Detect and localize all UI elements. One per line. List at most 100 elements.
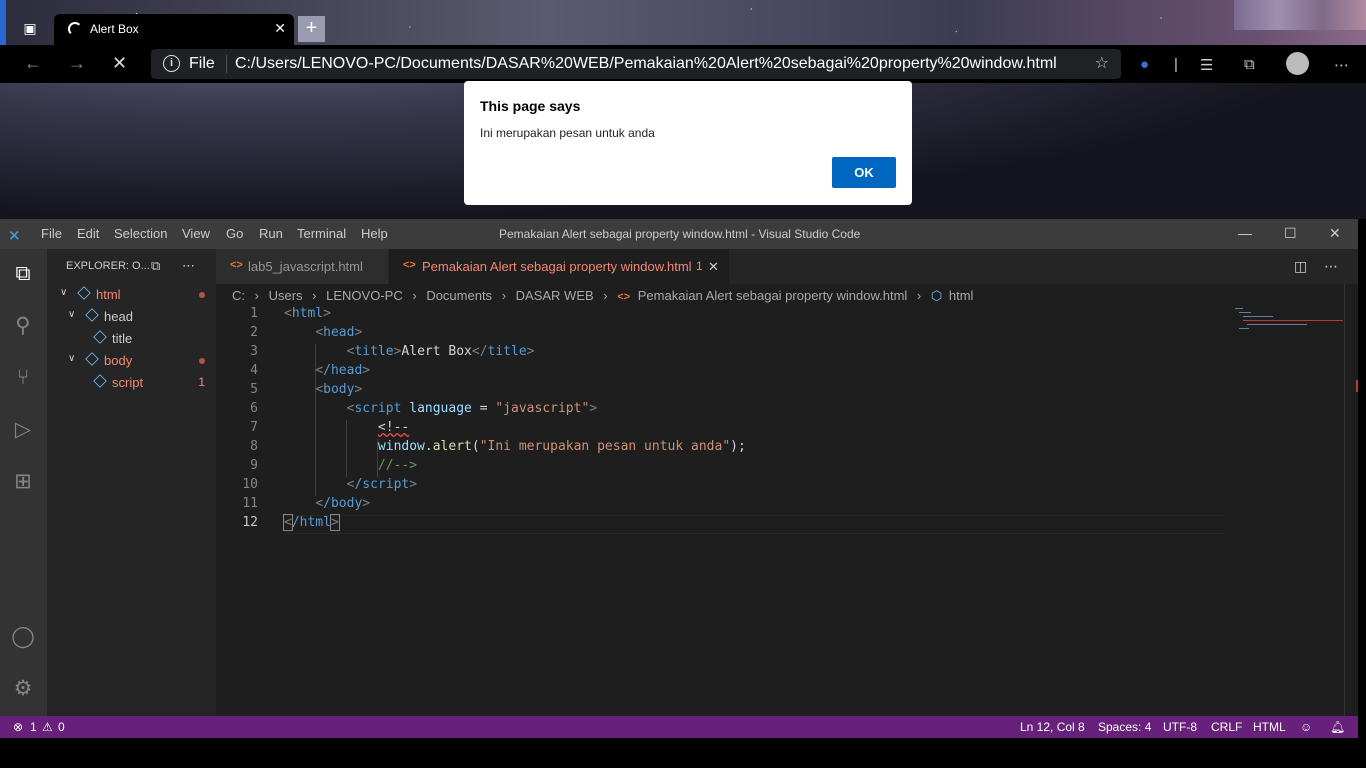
line-number: 10 [242, 477, 258, 492]
code-line-3: <title>Alert Box</title> [346, 344, 535, 359]
outline-label: body [104, 353, 133, 368]
menu-edit[interactable]: Edit [77, 226, 99, 241]
run-debug-icon[interactable]: ▷ [10, 417, 36, 443]
new-tab-button[interactable]: + [298, 16, 325, 42]
explorer-sidebar: EXPLORER: O... ⧉ ⋯ ∨ html ∨ head title ∨… [47, 249, 216, 716]
indentation[interactable]: Spaces: 4 [1098, 720, 1151, 734]
explorer-more-icon[interactable]: ⋯ [182, 258, 195, 274]
browser-tab[interactable]: Alert Box ✕ [54, 14, 294, 45]
cursor-position[interactable]: Ln 12, Col 8 [1020, 720, 1085, 734]
modified-dot [199, 292, 205, 298]
tab-active-file[interactable]: <> Pemakaian Alert sebagai property wind… [389, 249, 729, 284]
minimap-line [1247, 324, 1307, 325]
language-mode[interactable]: HTML [1253, 720, 1286, 734]
chevron-right-icon: › [312, 288, 317, 303]
editor-scrollbar[interactable] [1344, 284, 1359, 716]
source-control-icon[interactable]: ⑂ [10, 365, 36, 391]
minimap-line [1243, 316, 1273, 317]
outline-item-head[interactable]: ∨ head [47, 306, 216, 328]
crumb-user[interactable]: LENOVO-PC [326, 288, 403, 303]
outline-item-html[interactable]: ∨ html [47, 284, 216, 306]
outline-label: title [112, 331, 133, 346]
feedback-icon[interactable]: ☺ [1300, 720, 1312, 734]
tab-lab5[interactable]: <> lab5_javascript.html [216, 249, 388, 284]
info-icon[interactable]: i [163, 55, 180, 72]
menu-file[interactable]: File [41, 226, 62, 241]
url-text[interactable]: C:/Users/LENOVO-PC/Documents/DASAR%20WEB… [235, 55, 1057, 73]
accounts-icon[interactable]: ◯ [10, 624, 36, 650]
code-line-8: window.alert("Ini merupakan pesan untuk … [377, 439, 746, 454]
outline-item-body[interactable]: ∨ body [47, 350, 216, 372]
crumb-drive[interactable]: C: [232, 288, 245, 303]
error-icon[interactable]: ⊗ [13, 720, 23, 734]
tab-title: Alert Box [90, 22, 139, 36]
search-icon[interactable]: ⚲ [10, 313, 36, 339]
crumb-symbol[interactable]: html [949, 288, 974, 303]
notifications-bell-icon[interactable]: 🔔︎ [1330, 720, 1345, 734]
collapse-all-icon[interactable]: ⧉ [151, 258, 160, 274]
element-icon [93, 330, 107, 344]
taskbar-edge [0, 0, 6, 45]
code-line-7: <!-- [377, 420, 410, 435]
vscode-logo-icon: ⨯ [8, 227, 21, 244]
close-tab-icon[interactable]: ✕ [274, 20, 286, 37]
more-menu-icon[interactable]: ⋯ [1334, 56, 1349, 74]
chevron-right-icon: › [501, 288, 507, 303]
back-icon[interactable]: ← [24, 53, 42, 74]
minimize-icon[interactable]: — [1238, 225, 1252, 241]
forward-icon[interactable]: → [68, 53, 86, 74]
desktop-thumbnails [1234, 0, 1366, 30]
menu-view[interactable]: View [182, 226, 210, 241]
desktop-edge [1358, 219, 1366, 738]
collections-icon[interactable]: ⧉ [1244, 56, 1255, 73]
code-editor[interactable]: 1 2 3 4 5 6 7 8 9 10 11 12 <html> <head>… [216, 306, 1346, 716]
extension-icon[interactable]: ● [1140, 56, 1149, 73]
menu-go[interactable]: Go [226, 226, 243, 241]
vscode-window: ⨯ File Edit Selection View Go Run Termin… [0, 219, 1359, 738]
address-bar[interactable]: i File C:/Users/LENOVO-PC/Documents/DASA… [151, 49, 1121, 79]
add-favorite-icon[interactable]: ☆ [1095, 53, 1109, 73]
crumb-users[interactable]: Users [269, 288, 303, 303]
crumb-file[interactable]: Pemakaian Alert sebagai property window.… [638, 288, 908, 303]
menu-terminal[interactable]: Terminal [297, 226, 346, 241]
encoding[interactable]: UTF-8 [1163, 720, 1197, 734]
menu-selection[interactable]: Selection [114, 226, 167, 241]
maximize-icon[interactable]: ☐ [1284, 225, 1297, 242]
minimap-line [1235, 308, 1243, 309]
explorer-icon[interactable]: ⧉ [10, 261, 36, 287]
taskbar-area [0, 738, 1366, 768]
outline-item-title[interactable]: title [47, 328, 216, 350]
element-icon [77, 286, 91, 300]
error-count[interactable]: 1 [30, 720, 37, 734]
code-line-12: </html> [283, 514, 340, 531]
menu-help[interactable]: Help [361, 226, 388, 241]
close-tab-icon[interactable]: ✕ [708, 259, 719, 275]
element-icon [85, 308, 99, 322]
editor-tabs: <> lab5_javascript.html <> Pemakaian Ale… [216, 249, 1358, 284]
warning-icon[interactable]: ⚠ [42, 720, 53, 734]
toolbar-divider: | [1174, 56, 1178, 73]
outline-item-script[interactable]: script 1 [47, 372, 216, 394]
favorites-icon[interactable]: ☰ [1200, 56, 1213, 74]
line-ending[interactable]: CRLF [1211, 720, 1242, 734]
dialog-heading: This page says [480, 98, 581, 114]
crumb-folder[interactable]: DASAR WEB [516, 288, 594, 303]
crumb-documents[interactable]: Documents [426, 288, 492, 303]
line-number: 8 [250, 439, 258, 454]
editor-more-icon[interactable]: ⋯ [1324, 258, 1338, 275]
settings-gear-icon[interactable]: ⚙ [10, 676, 36, 702]
explorer-title: EXPLORER: O... [66, 260, 150, 272]
menu-run[interactable]: Run [259, 226, 283, 241]
title-bar: ⨯ File Edit Selection View Go Run Termin… [0, 219, 1358, 249]
minimap[interactable] [1233, 306, 1346, 346]
profile-avatar[interactable] [1286, 52, 1309, 75]
warning-count[interactable]: 0 [58, 720, 65, 734]
extensions-icon[interactable]: ⊞ [10, 469, 36, 495]
outline-label: html [96, 287, 121, 302]
close-window-icon[interactable]: ✕ [1329, 225, 1341, 242]
code-line-10: </script> [346, 477, 418, 492]
split-editor-icon[interactable]: ◫ [1294, 258, 1307, 275]
ok-button[interactable]: OK [832, 157, 896, 188]
stop-loading-icon[interactable]: ✕ [112, 53, 127, 74]
tab-actions-icon[interactable]: ▣ [20, 18, 40, 38]
